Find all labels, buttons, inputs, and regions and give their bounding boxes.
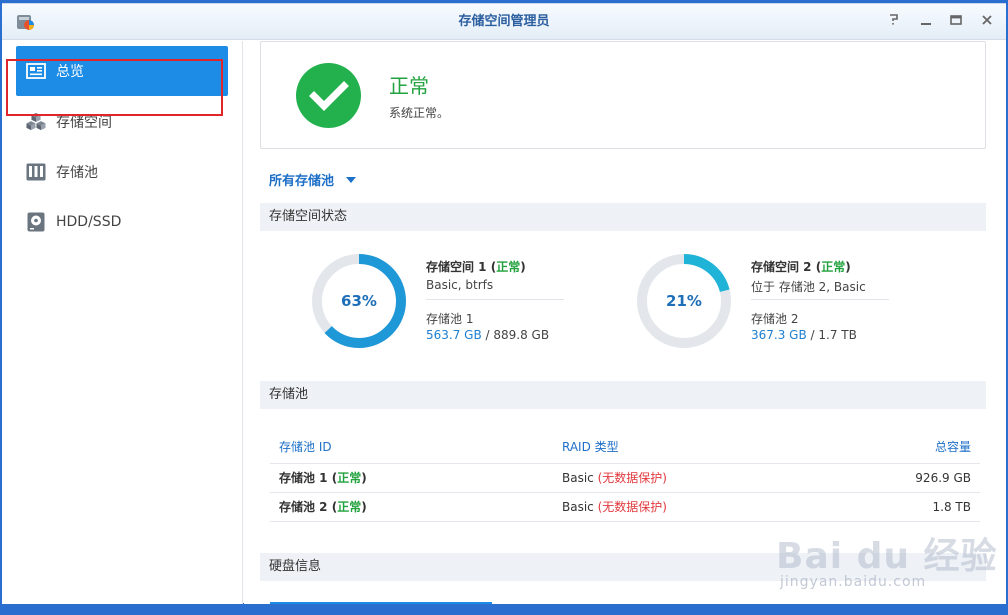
volume-name: 存储空间 2 (正常) [751, 260, 851, 274]
pool-filter-dropdown[interactable]: 所有存储池 [269, 170, 357, 189]
title-bar[interactable]: 存储空间管理员 [2, 4, 1006, 40]
sidebar-item-label: 存储池 [56, 165, 98, 181]
volume-capacity: 367.3 GB / 1.7 TB [751, 328, 857, 342]
system-status-card: 正常 系统正常。 [260, 41, 986, 149]
sidebar-item-label: HDD/SSD [56, 214, 122, 230]
table-header-row: 存储池 ID RAID 类型 总容量 [270, 431, 980, 464]
status-ok-check-icon [296, 63, 361, 128]
sidebar: 总览 存储空间 存储池 HDD/SSD [2, 41, 243, 604]
close-icon[interactable] [977, 12, 997, 32]
disk-icon [26, 212, 46, 232]
table-row[interactable]: 存储池 1 (正常) Basic (无数据保护) 926.9 GB [270, 464, 980, 493]
sidebar-item-hdd-ssd[interactable]: HDD/SSD [16, 197, 228, 247]
main-panel: 正常 系统正常。 所有存储池 存储空间状态 63% 存储空间 1 (正常) Ba… [244, 41, 1006, 604]
status-description: 系统正常。 [389, 106, 450, 120]
volume-cubes-icon [26, 112, 46, 132]
sidebar-item-storage-pool[interactable]: 存储池 [16, 147, 228, 197]
sidebar-item-overview[interactable]: 总览 [16, 46, 228, 96]
caret-down-icon [346, 176, 357, 183]
storage-manager-window: 存储空间管理员 总览 存储空间 存储池 HDD/SSD 正常 系统正常。 所有存… [2, 3, 1006, 604]
sidebar-item-label: 存储空间 [56, 115, 112, 131]
volume-capacity: 563.7 GB / 889.8 GB [426, 328, 549, 342]
column-header-raid-type[interactable]: RAID 类型 [562, 431, 619, 464]
section-header-disk-info: 硬盘信息 [260, 553, 986, 581]
storage-pool-icon [26, 162, 46, 182]
volume-name: 存储空间 1 (正常) [426, 260, 526, 274]
volume-status: 正常 [496, 260, 521, 274]
raid-type-cell: Basic (无数据保护) [562, 471, 667, 485]
section-header-volume-status: 存储空间状态 [260, 203, 986, 231]
divider [751, 299, 889, 300]
usage-percent: 21% [666, 292, 702, 310]
volume-type: Basic, btrfs [426, 278, 494, 292]
column-header-pool-id[interactable]: 存储池 ID [279, 431, 332, 464]
usage-percent: 63% [341, 292, 377, 310]
pool-id-cell: 存储池 2 (正常) [279, 500, 367, 514]
pool-filter-label: 所有存储池 [269, 174, 335, 189]
status-title: 正常 [389, 74, 429, 98]
volume-status: 正常 [821, 260, 846, 274]
section-header-storage-pool: 存储池 [260, 381, 986, 409]
sidebar-item-volume[interactable]: 存储空间 [16, 97, 228, 147]
volume-type: 位于 存储池 2, Basic [751, 280, 866, 294]
storage-manager-app-icon [17, 15, 34, 30]
volume-pool: 存储池 1 [426, 312, 474, 326]
capacity-cell: 1.8 TB [932, 500, 971, 514]
disk-tab-indicator [270, 602, 492, 604]
divider [426, 299, 564, 300]
pool-id-cell: 存储池 1 (正常) [279, 471, 367, 485]
raid-type-cell: Basic (无数据保护) [562, 500, 667, 514]
minimize-icon[interactable] [916, 12, 936, 32]
used-capacity: 367.3 GB [751, 328, 807, 342]
total-capacity: / 889.8 GB [481, 328, 550, 342]
maximize-icon[interactable] [946, 12, 966, 32]
volume-card[interactable]: 21% 存储空间 2 (正常) 位于 存储池 2, Basic 存储池 2 36… [634, 251, 934, 351]
sidebar-item-label: 总览 [56, 64, 84, 80]
table-row[interactable]: 存储池 2 (正常) Basic (无数据保护) 1.8 TB [270, 493, 980, 522]
help-icon[interactable] [884, 12, 904, 32]
capacity-cell: 926.9 GB [915, 471, 971, 485]
window-title: 存储空间管理员 [458, 14, 550, 29]
volume-card[interactable]: 63% 存储空间 1 (正常) Basic, btrfs 存储池 1 563.7… [309, 251, 609, 351]
total-capacity: / 1.7 TB [806, 328, 857, 342]
storage-pool-table: 存储池 ID RAID 类型 总容量 存储池 1 (正常) Basic (无数据… [270, 431, 980, 522]
used-capacity: 563.7 GB [426, 328, 482, 342]
volume-pool: 存储池 2 [751, 312, 799, 326]
overview-icon [26, 61, 46, 81]
column-header-total-capacity[interactable]: 总容量 [935, 431, 971, 464]
